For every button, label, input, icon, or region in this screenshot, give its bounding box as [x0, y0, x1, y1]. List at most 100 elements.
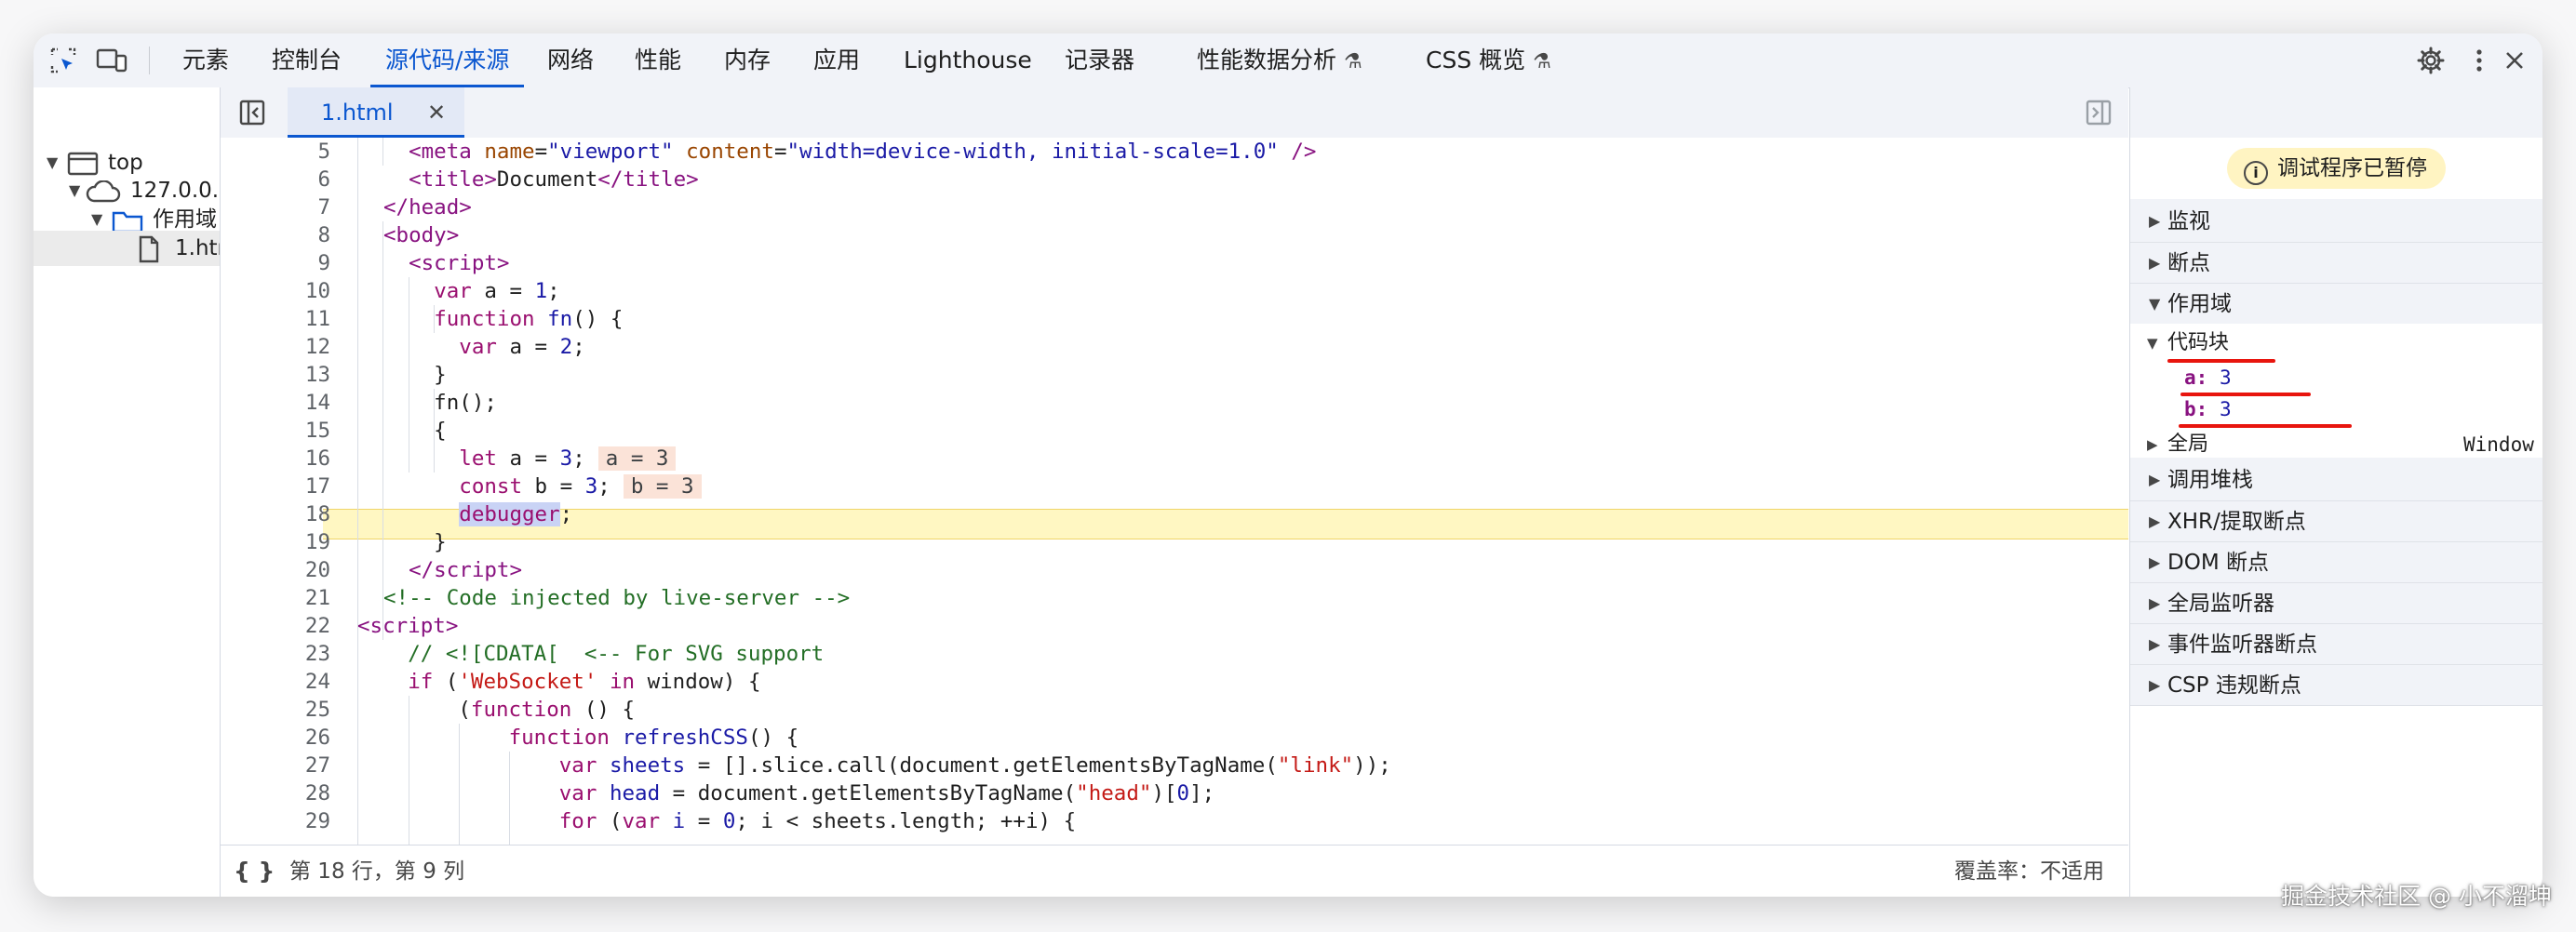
- code-line-current: debugger;: [459, 502, 573, 526]
- tab-recorder[interactable]: 记录器: [1065, 33, 1134, 87]
- scope-global-label: 全局: [2167, 433, 2209, 456]
- close-tab-icon[interactable]: ✕: [427, 87, 446, 138]
- code-line: <script>: [409, 251, 510, 275]
- section-dom-breakpoints[interactable]: ▶ DOM 断点: [2130, 541, 2542, 583]
- code-line: </script>: [409, 558, 523, 582]
- code-editor[interactable]: 5 <meta name="viewport" content="width=d…: [221, 138, 2128, 845]
- tab-sources[interactable]: 源代码/来源: [369, 33, 525, 87]
- section-dom-label: DOM 断点: [2167, 551, 2269, 575]
- code-line: {: [383, 419, 447, 443]
- section-scope[interactable]: ▼ 作用域: [2130, 283, 2542, 325]
- tab-console[interactable]: 控制台: [272, 33, 342, 87]
- line-number[interactable]: 7: [221, 193, 330, 221]
- gear-icon[interactable]: [2416, 46, 2446, 75]
- tab-lighthouse[interactable]: Lighthouse: [904, 33, 1032, 87]
- paused-banner: i 调试程序已暂停: [2227, 148, 2446, 189]
- collapsed-arrow-icon: ▶: [2149, 212, 2161, 230]
- code-line: }: [383, 363, 447, 387]
- line-number[interactable]: 27: [221, 752, 330, 779]
- section-breakpoints[interactable]: ▶ 断点: [2130, 242, 2542, 284]
- scope-block-label: 代码块: [2167, 331, 2230, 354]
- scope-var-value: 3: [2219, 398, 2232, 420]
- code-line: let a = 3; a = 3: [383, 445, 677, 473]
- line-number[interactable]: 11: [221, 305, 330, 333]
- line-number[interactable]: 16: [221, 445, 330, 473]
- line-number[interactable]: 26: [221, 724, 330, 752]
- line-number[interactable]: 21: [221, 584, 330, 612]
- line-number[interactable]: 6: [221, 166, 330, 193]
- line-number[interactable]: 17: [221, 473, 330, 500]
- section-watch-label: 监视: [2167, 209, 2210, 233]
- scope-var-name: b: [2184, 398, 2196, 420]
- line-number[interactable]: 29: [221, 807, 330, 835]
- code-line: <body>: [383, 223, 460, 247]
- code-line: const b = 3; b = 3: [383, 473, 702, 500]
- tree-item-file[interactable]: 1.htr: [34, 231, 220, 266]
- code-line: var head = document.getElementsByTagName…: [558, 781, 1215, 806]
- coverage-status[interactable]: 覆盖率：不适用: [1954, 845, 2104, 897]
- line-number[interactable]: 8: [221, 221, 330, 249]
- tab-performance[interactable]: 性能: [635, 33, 681, 87]
- tab-memory[interactable]: 内存: [724, 33, 771, 87]
- tab-css-overview[interactable]: CSS 概览 ⚗: [1426, 33, 1551, 87]
- scope-global[interactable]: ▶ 全局 Window: [2130, 428, 2542, 461]
- tab-performance-insights-label: 性能数据分析: [1197, 47, 1337, 73]
- code-line: <!-- Code injected by live-server -->: [383, 586, 851, 610]
- code-line: var sheets = [].slice.call(document.getE…: [558, 753, 1391, 778]
- device-toggle-icon[interactable]: [95, 46, 128, 75]
- line-number[interactable]: 28: [221, 779, 330, 807]
- line-number[interactable]: 24: [221, 668, 330, 696]
- line-number[interactable]: 15: [221, 417, 330, 445]
- section-xhr-breakpoints[interactable]: ▶ XHR/提取断点: [2130, 500, 2542, 542]
- section-call-stack[interactable]: ▶ 调用堆栈: [2130, 459, 2542, 500]
- tab-performance-insights[interactable]: 性能数据分析 ⚗: [1197, 33, 1362, 87]
- file-navigator: ▼ top ▼ 127.0.0.1 ▼ 作用域 1.htr: [34, 87, 221, 897]
- line-number[interactable]: 5: [221, 138, 330, 166]
- code-line: }: [383, 530, 447, 554]
- code-line: <meta name="viewport" content="width=dev…: [409, 140, 1317, 164]
- inspect-element-icon[interactable]: [48, 46, 78, 75]
- section-scope-label: 作用域: [2167, 292, 2232, 316]
- main-toolbar: 元素 控制台 源代码/来源 网络 性能 内存 应用 Lighthouse 记录器…: [34, 33, 2542, 88]
- section-csp-breakpoints[interactable]: ▶ CSP 违规断点: [2130, 664, 2542, 706]
- line-number[interactable]: 12: [221, 333, 330, 361]
- paused-message: 调试程序已暂停: [2277, 156, 2427, 180]
- collapsed-arrow-icon: ▶: [2149, 594, 2161, 612]
- line-number[interactable]: 14: [221, 389, 330, 417]
- toggle-navigator-icon[interactable]: [239, 87, 265, 138]
- section-event-listener-breakpoints[interactable]: ▶ 事件监听器断点: [2130, 623, 2542, 665]
- code-line: // <![CDATA[ <-- For SVG support: [408, 642, 825, 666]
- section-watch[interactable]: ▶ 监视: [2130, 201, 2542, 242]
- line-number[interactable]: 25: [221, 696, 330, 724]
- line-number[interactable]: 20: [221, 556, 330, 584]
- close-icon[interactable]: [2500, 46, 2529, 75]
- line-number[interactable]: 22: [221, 612, 330, 640]
- line-number[interactable]: 23: [221, 640, 330, 668]
- pretty-print-icon[interactable]: { }: [234, 845, 275, 897]
- cloud-icon: [86, 180, 121, 203]
- collapsed-arrow-icon: ▶: [2149, 676, 2161, 694]
- section-global-listeners[interactable]: ▶ 全局监听器: [2130, 582, 2542, 624]
- line-number[interactable]: 18: [221, 500, 330, 528]
- more-options-icon[interactable]: [2464, 46, 2494, 75]
- file-tab-label: 1.html: [321, 100, 394, 126]
- code-line: </head>: [383, 195, 472, 220]
- scope-var-b[interactable]: b: 3: [2184, 394, 2232, 424]
- code-line: function refreshCSS() {: [508, 726, 799, 750]
- file-tab[interactable]: 1.html ✕: [288, 87, 464, 138]
- tab-elements[interactable]: 元素: [182, 33, 229, 87]
- tab-application[interactable]: 应用: [813, 33, 860, 87]
- scope-global-value: Window: [2463, 433, 2534, 456]
- line-number[interactable]: 19: [221, 528, 330, 556]
- toggle-debugger-icon[interactable]: [2086, 87, 2112, 138]
- code-line: var a = 1;: [434, 279, 560, 303]
- scope-var-a[interactable]: a: 3: [2184, 363, 2232, 393]
- code-line: if ('WebSocket' in window) {: [408, 670, 761, 694]
- line-number[interactable]: 10: [221, 277, 330, 305]
- line-number[interactable]: 9: [221, 249, 330, 277]
- scope-block[interactable]: ▼ 代码块: [2130, 324, 2542, 363]
- tab-network[interactable]: 网络: [547, 33, 594, 87]
- scope-var-value: 3: [2219, 366, 2232, 389]
- cursor-position: 第 18 行，第 9 列: [289, 859, 465, 884]
- line-number[interactable]: 13: [221, 361, 330, 389]
